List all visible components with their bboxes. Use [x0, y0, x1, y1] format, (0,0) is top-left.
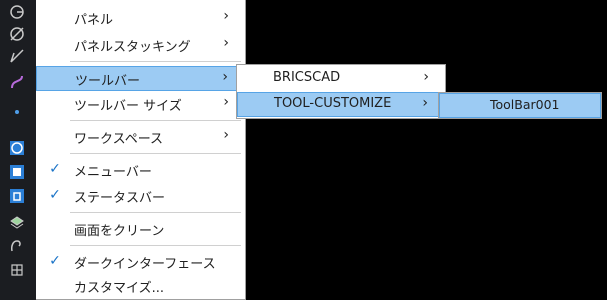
menu-item-label: ワークスペース: [74, 132, 164, 147]
menu-item-label: メニューバー: [74, 165, 152, 180]
hand-icon[interactable]: [6, 236, 28, 256]
menu-item-tool-customize[interactable]: TOOL-CUSTOMIZE ›: [237, 92, 445, 117]
chevron-right-icon: ›: [223, 94, 229, 110]
menu-item-label: ツールバー: [75, 74, 141, 89]
menu-separator: [70, 245, 241, 246]
menu-item-label: ToolBar001: [490, 97, 560, 112]
circle-target-icon[interactable]: [6, 2, 28, 22]
menu-item-label: BRICSCAD: [273, 70, 341, 85]
menu-separator: [70, 212, 241, 213]
menu-item-customize[interactable]: カスタマイズ...: [36, 274, 245, 299]
menu-separator: [70, 153, 241, 154]
menu-item-bricscad[interactable]: BRICSCAD ›: [237, 67, 445, 92]
menu-item-toolbars[interactable]: ツールバー ›: [36, 66, 245, 91]
menu-item-label: パネル: [74, 13, 114, 28]
chevron-right-icon: ›: [423, 69, 429, 85]
menu-item-label: ステータスバー: [74, 191, 166, 206]
point-icon[interactable]: [6, 98, 28, 118]
chevron-right-icon: ›: [422, 95, 428, 111]
menu-item-panel-stacking[interactable]: パネルスタッキング ›: [36, 33, 245, 58]
chevron-right-icon: ›: [223, 35, 229, 51]
checkmark-icon: ✓: [49, 253, 61, 269]
menu-separator: [70, 61, 241, 62]
line-slash-icon[interactable]: [6, 46, 28, 66]
menu-item-toolbar001[interactable]: ToolBar001: [439, 93, 601, 118]
left-toolbar: [0, 0, 36, 300]
menu-item-label: パネルスタッキング: [74, 40, 191, 55]
shape-circle-icon[interactable]: [6, 138, 28, 158]
tool-customize-submenu: ToolBar001: [438, 92, 602, 119]
chevron-right-icon: ›: [223, 127, 229, 143]
circle-slash-icon[interactable]: [6, 24, 28, 44]
shape-box-icon[interactable]: [6, 162, 28, 182]
curve-icon[interactable]: [6, 72, 28, 92]
checkmark-icon: ✓: [49, 187, 61, 203]
grid-icon[interactable]: [6, 260, 28, 280]
toolbars-submenu: BRICSCAD › TOOL-CUSTOMIZE ›: [236, 64, 446, 119]
chevron-right-icon: ›: [223, 8, 229, 24]
menu-item-clean-screen[interactable]: 画面をクリーン: [36, 217, 245, 242]
menu-item-label: カスタマイズ...: [74, 281, 165, 296]
menu-item-label: 画面をクリーン: [74, 224, 165, 239]
view-menu: パネル › パネルスタッキング › ツールバー › ツールバー サイズ › ワー…: [36, 0, 246, 300]
menu-separator: [70, 120, 241, 121]
checkmark-icon: ✓: [49, 161, 61, 177]
menu-item-label: TOOL-CUSTOMIZE: [274, 96, 392, 111]
menu-item-label: ツールバー サイズ: [74, 99, 182, 114]
menu-item-label: ダークインターフェース: [74, 257, 216, 272]
chevron-right-icon: ›: [222, 69, 228, 85]
menu-item-dark-interface[interactable]: ✓ ダークインターフェース: [36, 250, 245, 275]
menu-item-panels[interactable]: パネル ›: [36, 6, 245, 31]
menu-item-workspace[interactable]: ワークスペース ›: [36, 125, 245, 150]
menu-item-toolbar-size[interactable]: ツールバー サイズ ›: [36, 92, 245, 117]
shape-cylinder-icon[interactable]: [6, 186, 28, 206]
menu-item-menubar[interactable]: ✓ メニューバー: [36, 158, 245, 183]
menu-item-statusbar[interactable]: ✓ ステータスバー: [36, 184, 245, 209]
layer-icon[interactable]: [6, 212, 28, 232]
